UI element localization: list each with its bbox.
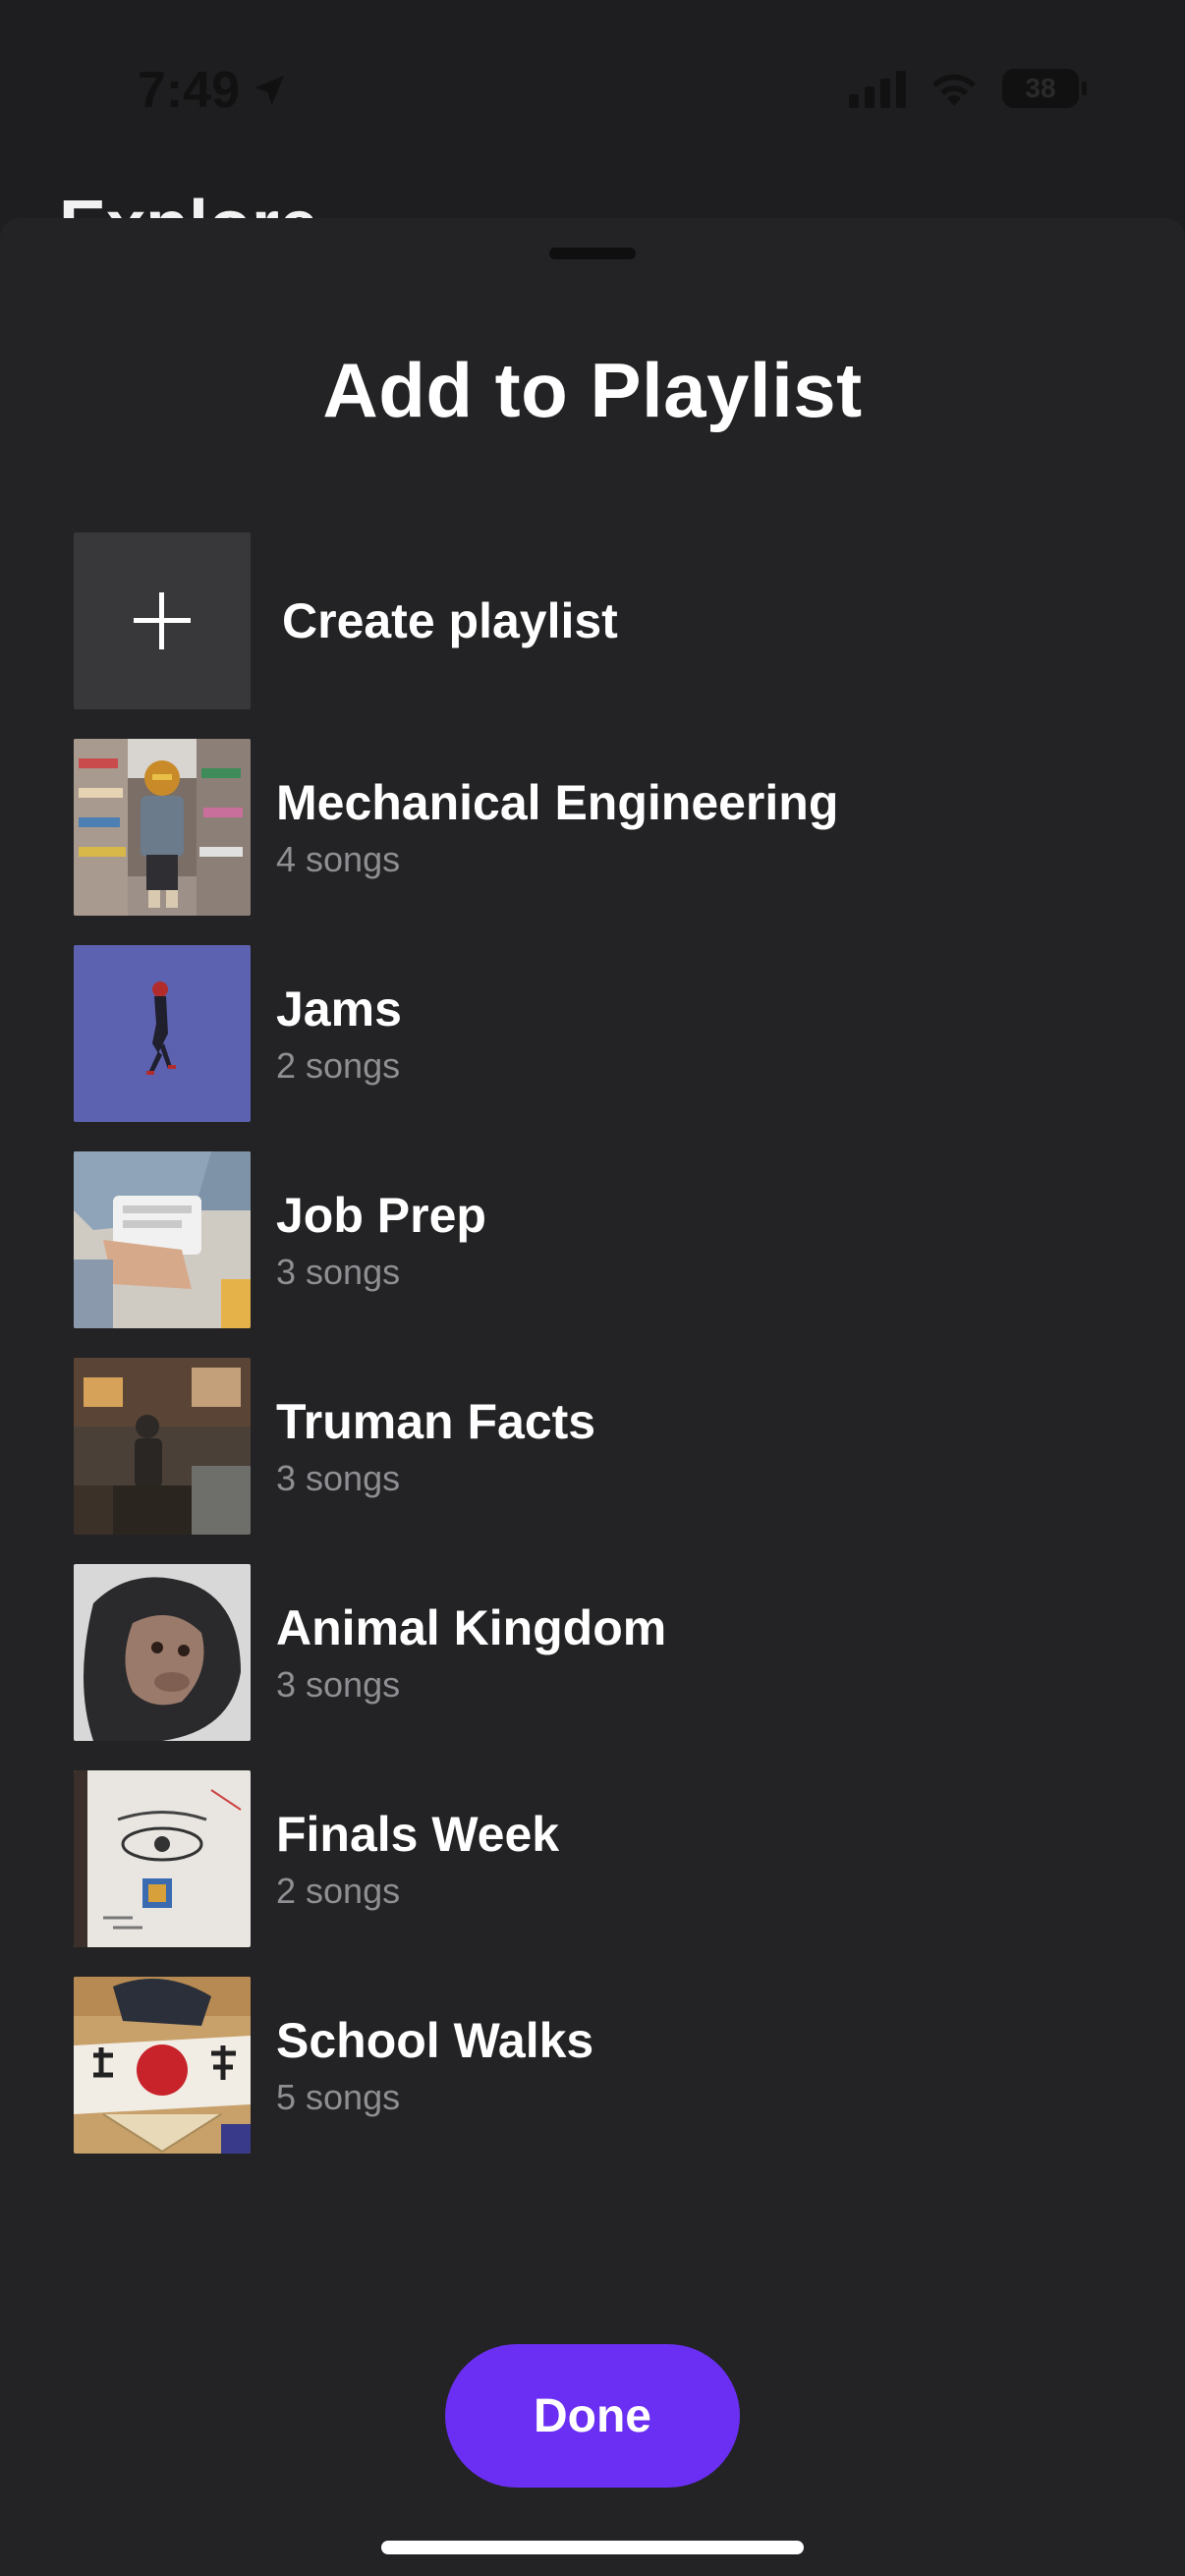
playlist-song-count: 4 songs bbox=[276, 839, 401, 879]
screen: 7:49 38 Explore Add to Play bbox=[0, 0, 1185, 2576]
playlist-song-count: 2 songs bbox=[276, 1871, 401, 1911]
playlist-row-job-prep[interactable]: Job Prep 3 songs bbox=[74, 1151, 1115, 1328]
playlist-text: Mechanical Engineering 4 songs bbox=[276, 773, 838, 881]
status-time: 7:49 bbox=[138, 61, 289, 120]
plus-icon bbox=[134, 592, 191, 649]
status-icons: 38 bbox=[849, 69, 1087, 108]
sheet-grabber[interactable] bbox=[549, 248, 636, 259]
playlist-song-count: 3 songs bbox=[276, 1252, 401, 1292]
playlist-name: Truman Facts bbox=[276, 1394, 596, 1449]
wifi-icon bbox=[932, 74, 976, 106]
create-playlist-thumb bbox=[74, 532, 251, 709]
playlist-row-jams[interactable]: Jams 2 songs bbox=[74, 945, 1115, 1122]
create-playlist-row[interactable]: Create playlist bbox=[74, 532, 1115, 709]
playlist-text: Finals Week 2 songs bbox=[276, 1805, 559, 1913]
done-button[interactable]: Done bbox=[445, 2344, 740, 2488]
playlist-name: Animal Kingdom bbox=[276, 1600, 667, 1655]
create-playlist-label: Create playlist bbox=[282, 593, 618, 648]
playlist-thumbnail bbox=[74, 1770, 251, 1947]
playlist-thumbnail bbox=[74, 1564, 251, 1741]
playlist-text: Jams 2 songs bbox=[276, 980, 402, 1088]
playlist-row-mechanical-engineering[interactable]: Mechanical Engineering 4 songs bbox=[74, 739, 1115, 916]
playlist-text: Truman Facts 3 songs bbox=[276, 1392, 595, 1500]
playlist-song-count: 3 songs bbox=[276, 1664, 401, 1705]
playlist-song-count: 2 songs bbox=[276, 1045, 401, 1086]
playlist-row-school-walks[interactable]: School Walks 5 songs bbox=[74, 1977, 1115, 2154]
playlist-song-count: 3 songs bbox=[276, 1458, 401, 1498]
playlist-name: Jams bbox=[276, 981, 402, 1036]
playlist-row-finals-week[interactable]: Finals Week 2 songs bbox=[74, 1770, 1115, 1947]
battery-icon: 38 bbox=[1002, 69, 1087, 108]
playlist-thumbnail bbox=[74, 1358, 251, 1535]
playlist-text: School Walks 5 songs bbox=[276, 2011, 593, 2119]
location-arrow-icon bbox=[254, 76, 285, 105]
cellular-signal-icon bbox=[849, 69, 906, 108]
playlist-text: Animal Kingdom 3 songs bbox=[276, 1598, 666, 1707]
sheet-title: Add to Playlist bbox=[322, 347, 863, 433]
playlist-thumbnail bbox=[74, 1151, 251, 1328]
playlist-name: Job Prep bbox=[276, 1188, 486, 1243]
battery-level: 38 bbox=[1025, 73, 1056, 103]
playlist-row-truman-facts[interactable]: Truman Facts 3 songs bbox=[74, 1358, 1115, 1535]
status-time-label: 7:49 bbox=[138, 62, 241, 119]
playlist-row-animal-kingdom[interactable]: Animal Kingdom 3 songs bbox=[74, 1564, 1115, 1741]
playlist-name: Finals Week bbox=[276, 1807, 560, 1862]
playlist-song-count: 5 songs bbox=[276, 2077, 401, 2117]
home-indicator bbox=[381, 2541, 804, 2554]
playlist-thumbnail bbox=[74, 1977, 251, 2154]
playlist-name: School Walks bbox=[276, 2013, 594, 2068]
status-bar: 7:49 38 bbox=[0, 0, 1185, 196]
playlist-name: Mechanical Engineering bbox=[276, 775, 839, 830]
playlist-thumbnail bbox=[74, 739, 251, 916]
background-page-title: Explore bbox=[59, 177, 318, 218]
add-to-playlist-sheet: Add to Playlist Create playlist Mechanic… bbox=[0, 218, 1185, 2576]
playlist-text: Job Prep 3 songs bbox=[276, 1186, 486, 1294]
playlist-thumbnail bbox=[74, 945, 251, 1122]
playlist-list: Create playlist Mechanical Engineering 4… bbox=[74, 532, 1115, 2183]
